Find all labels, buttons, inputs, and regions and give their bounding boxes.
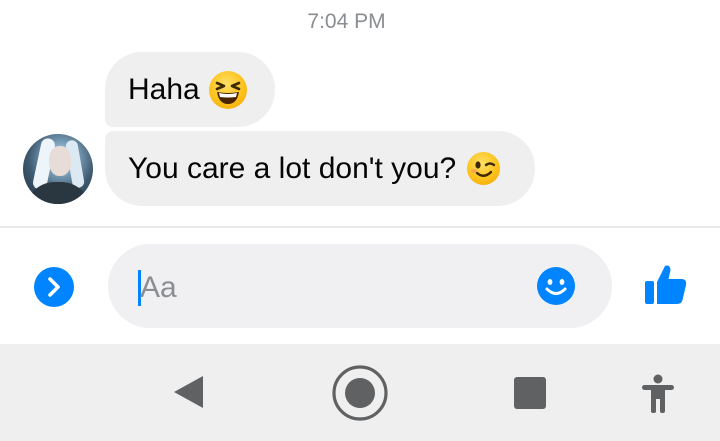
composer-divider <box>0 226 720 228</box>
like-button[interactable] <box>643 262 689 308</box>
message-text: Haha <box>128 73 200 106</box>
nav-home-button[interactable] <box>331 364 389 422</box>
message-text: You care a lot don't you? <box>128 152 457 185</box>
chevron-right-icon <box>48 277 60 297</box>
expand-actions-button[interactable] <box>34 267 74 307</box>
winking-face-emoji <box>467 152 501 185</box>
nav-back-button[interactable] <box>172 374 206 410</box>
accessibility-icon <box>642 374 674 413</box>
recents-icon[interactable] <box>514 377 546 409</box>
message-input[interactable]: Aa <box>108 244 612 328</box>
navigation-bar <box>0 344 720 441</box>
avatar-face <box>49 146 71 176</box>
contact-avatar[interactable] <box>23 134 93 204</box>
message-bubble[interactable]: Haha <box>105 52 275 127</box>
message-timestamp: 7:04 PM <box>307 10 386 33</box>
thumbs-up-icon <box>645 265 687 304</box>
nav-accessibility-button[interactable] <box>640 374 676 414</box>
back-icon <box>174 376 203 408</box>
message-placeholder: Aa <box>140 271 177 304</box>
smiley-icon <box>537 267 575 305</box>
grinning-squinting-face-emoji <box>208 70 247 109</box>
home-icon <box>332 365 388 421</box>
emoji-button[interactable] <box>536 266 576 306</box>
message-bubble[interactable]: You care a lot don't you? <box>105 131 535 206</box>
